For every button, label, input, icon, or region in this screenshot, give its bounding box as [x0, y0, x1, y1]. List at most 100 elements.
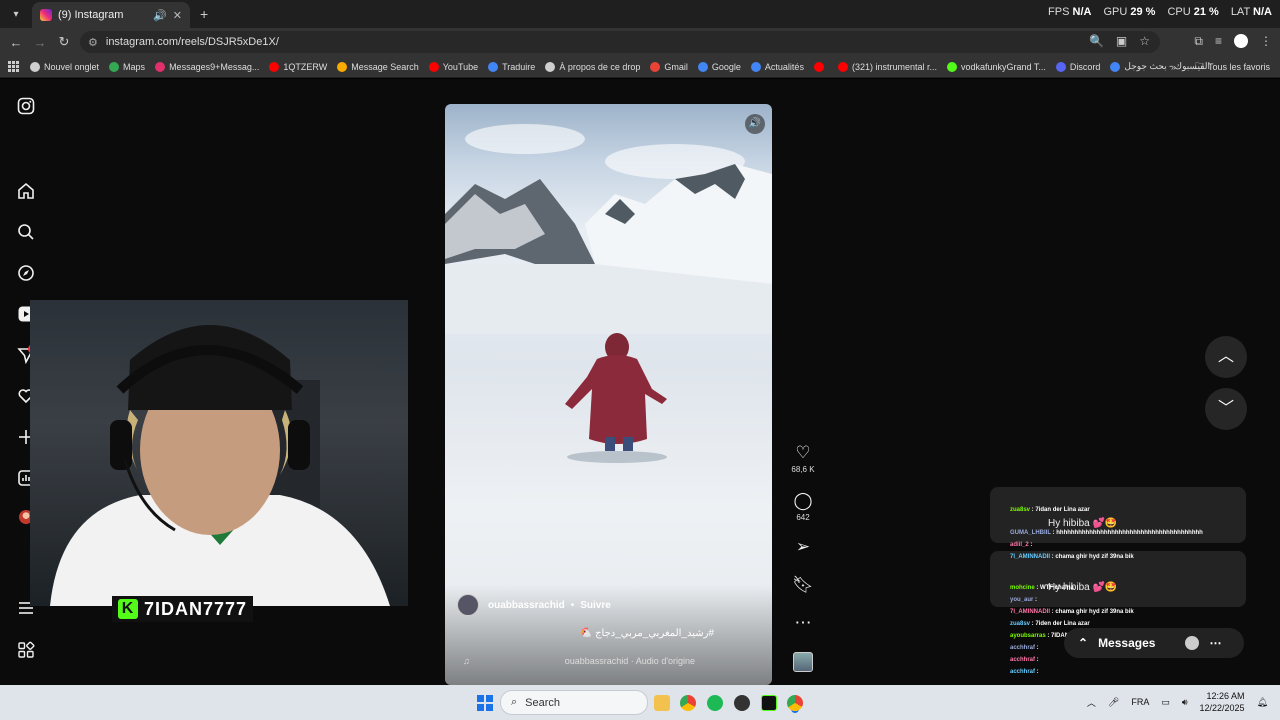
chat-message: 7l_AMINNADII : chama ghir hyd zif 39na b…: [1010, 609, 1134, 615]
volume-toggle-icon[interactable]: 🔊: [745, 114, 765, 134]
bookmark-item[interactable]: (321) instrumental r...: [837, 61, 937, 72]
chat-username: ayoubsarras: [1010, 633, 1046, 639]
next-reel-button[interactable]: ﹀: [1205, 388, 1247, 430]
messages-drawer[interactable]: ⌃ Messages ⋯: [1064, 628, 1244, 658]
chat-text: 7idan der Lina azar: [1035, 507, 1090, 513]
address-bar[interactable]: ⚙ instagram.com/reels/DSJR5xDe1X/: [80, 31, 1160, 53]
tab-instagram[interactable]: (9) Instagram 🔊 ✕: [32, 2, 190, 28]
tab-search-icon[interactable]: ▾: [4, 4, 28, 24]
author-avatar[interactable]: [457, 594, 479, 616]
terminal-icon[interactable]: [761, 695, 777, 711]
author-name[interactable]: ouabbassrachid: [488, 600, 565, 611]
bookmark-item[interactable]: Actualités: [750, 61, 804, 72]
apps-grid-icon[interactable]: [8, 60, 20, 73]
like-button[interactable]: ♡ 68,6 K: [788, 443, 818, 474]
chat-separator: :: [1035, 657, 1039, 663]
message-avatar: [1185, 636, 1200, 650]
bookmarks-overflow-icon[interactable]: »: [1171, 62, 1176, 72]
bookmark-item[interactable]: [813, 61, 828, 72]
profile-avatar[interactable]: [1234, 34, 1248, 48]
audio-thumbnail[interactable]: [793, 652, 813, 672]
bookmark-favicon-icon: [947, 61, 957, 72]
clock[interactable]: 12:26 AM 12/22/2025: [1200, 690, 1245, 714]
bookmark-item[interactable]: Message Search: [337, 61, 419, 72]
bookmark-item[interactable]: Messages9+Messag...: [155, 61, 259, 72]
network-icon[interactable]: ▭: [1161, 697, 1170, 708]
notification-bell-icon[interactable]: 🔔︎: [1257, 697, 1268, 708]
reload-icon[interactable]: ↻: [52, 34, 76, 50]
explore-compass-icon[interactable]: [17, 264, 35, 282]
menu-kebab-icon[interactable]: ⋮: [1260, 34, 1272, 49]
site-info-icon[interactable]: ⚙: [88, 36, 98, 49]
language-indicator[interactable]: FRA: [1131, 697, 1149, 707]
reel-video[interactable]: 🔊 ouabbassrachid • Suivre #رشيد_المغربي_…: [445, 104, 772, 685]
chat-username: acchhraf: [1010, 669, 1036, 675]
performance-overlay: FPS N/A GPU 29 % CPU 21 % LAT N/A: [1048, 6, 1272, 18]
bookmark-favicon-icon: [650, 61, 661, 72]
chat-separator: :: [1033, 597, 1038, 603]
bookmark-label: Maps: [123, 61, 146, 72]
bookmark-star-icon[interactable]: ☆: [1139, 34, 1150, 48]
save-button[interactable]: 🔖︎: [788, 575, 818, 595]
new-tab-button[interactable]: +: [200, 6, 208, 22]
follow-button[interactable]: Suivre: [580, 600, 611, 611]
spotify-icon[interactable]: [707, 695, 723, 711]
music-note-icon: ♫: [463, 656, 470, 666]
microphone-icon[interactable]: 🎤︎: [1108, 697, 1119, 708]
media-control-icon[interactable]: ≡: [1215, 34, 1222, 49]
chat-message: adiil_2 :: [1010, 542, 1032, 548]
chrome-icon[interactable]: [787, 695, 803, 711]
reel-author-row: ouabbassrachid • Suivre: [457, 594, 611, 616]
volume-icon[interactable]: 🔊︎: [1182, 697, 1188, 708]
windows-start-icon[interactable]: [477, 695, 493, 711]
taskbar-search[interactable]: ⌕ Search: [500, 690, 648, 715]
bookmark-item[interactable]: À propos de ce drop: [545, 61, 640, 72]
reel-caption[interactable]: #رشيد_المغربي_مربي_دجاج 🐔: [580, 628, 714, 639]
chat-username: zua8sv: [1010, 507, 1031, 513]
chat-message: acchhraf :: [1010, 645, 1039, 651]
back-icon[interactable]: ←: [4, 35, 28, 50]
extensions-icon[interactable]: ⧉: [1194, 34, 1203, 49]
bookmark-item[interactable]: 1QTZERW: [269, 61, 327, 72]
file-explorer-icon[interactable]: [654, 695, 670, 711]
bookmark-item[interactable]: Maps: [109, 61, 145, 72]
chevron-up-icon: ⌃: [1078, 636, 1089, 650]
bookmark-favicon-icon: [155, 61, 166, 72]
obs-icon[interactable]: [734, 695, 750, 711]
forward-icon[interactable]: →: [28, 35, 52, 50]
previous-reel-button[interactable]: ︿: [1205, 336, 1247, 378]
also-from-meta-icon[interactable]: [17, 641, 35, 659]
all-bookmarks-folder[interactable]: 🗀 Tous les favoris: [1195, 59, 1270, 75]
bookmark-label: Google: [711, 61, 741, 72]
home-icon[interactable]: [17, 182, 35, 200]
chevron-down-icon: ﹀: [1217, 400, 1234, 417]
tab-audio-icon[interactable]: 🔊: [153, 9, 167, 22]
zoom-icon[interactable]: 🔍: [1089, 34, 1104, 48]
more-options-button[interactable]: ⋯: [788, 613, 818, 633]
bookmarks-bar: Nouvel onglet Maps Messages9+Messag... 1QTZ…: [0, 56, 1280, 78]
reel-audio-row[interactable]: ♫ ouabbassrachid · Audio d'origine: [463, 656, 763, 666]
tab-close-icon[interactable]: ✕: [173, 9, 182, 22]
bookmark-favicon-icon: [545, 61, 556, 72]
bookmark-item[interactable]: YouTube: [428, 61, 478, 72]
bookmark-item[interactable]: Nouvel onglet: [30, 61, 99, 72]
bookmark-favicon-icon: [269, 61, 280, 72]
bookmark-item[interactable]: Traduire: [488, 61, 535, 72]
bookmark-list: Nouvel onglet Maps Messages9+Messag... 1QTZ…: [20, 61, 1210, 72]
instagram-favicon-icon: [40, 9, 52, 21]
share-button[interactable]: ➢: [788, 537, 818, 557]
show-hidden-icons[interactable]: ︿: [1087, 696, 1096, 709]
comment-button[interactable]: ◯ 642: [788, 491, 818, 522]
bookmark-item[interactable]: vodkafunkyGrand T...: [947, 61, 1046, 72]
bookmark-item[interactable]: Discord: [1055, 61, 1100, 72]
chat-separator: :: [1035, 669, 1039, 675]
cast-icon[interactable]: ▣: [1116, 34, 1127, 48]
chrome-icon[interactable]: [680, 695, 696, 711]
more-icon[interactable]: ⋯: [1209, 636, 1221, 650]
windows-taskbar: ⌕ Search ︿ 🎤︎ FRA ▭ 🔊︎ 12:26 AM 12/22/20…: [0, 685, 1280, 720]
instagram-logo-icon[interactable]: [17, 97, 35, 115]
bookmark-item[interactable]: Google: [697, 61, 741, 72]
bookmark-item[interactable]: Gmail: [650, 61, 688, 72]
bookmark-favicon-icon: [337, 61, 348, 72]
search-icon[interactable]: [17, 223, 35, 241]
